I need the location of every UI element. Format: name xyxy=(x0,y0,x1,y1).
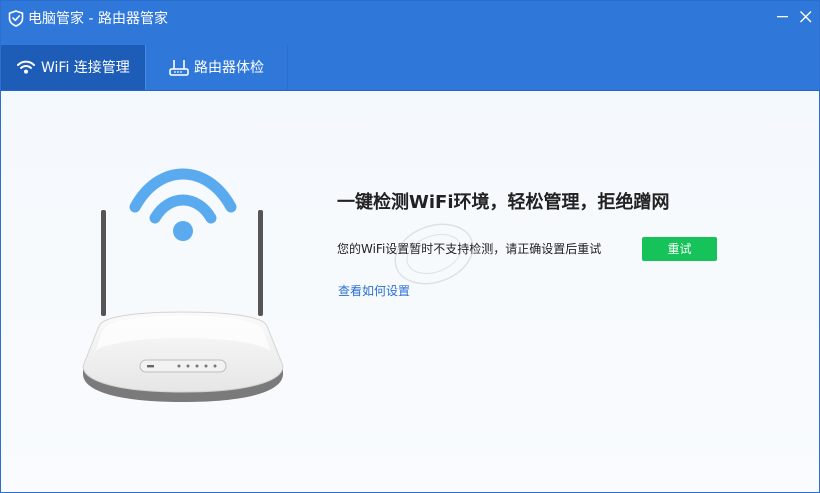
shield-icon xyxy=(8,10,24,27)
tab-wifi-management[interactable]: WiFi 连接管理 xyxy=(1,45,145,90)
router-icon xyxy=(169,60,189,76)
tab-bar: WiFi 连接管理 路由器体检 xyxy=(1,37,819,91)
retry-button[interactable]: 重试 xyxy=(642,237,717,261)
minimize-button[interactable] xyxy=(773,7,793,27)
minimize-icon xyxy=(777,16,788,18)
title-bar: 电脑管家 - 路由器管家 xyxy=(1,1,819,37)
headline: 一键检测WiFi环境，轻松管理，拒绝蹭网 xyxy=(337,192,670,213)
close-button[interactable] xyxy=(796,7,816,27)
app-window: 电脑管家 - 路由器管家 WiFi 连接管理 路由器体检 一键检测WiFi环境，… xyxy=(0,0,820,493)
tab-router-checkup[interactable]: 路由器体检 xyxy=(145,45,288,90)
close-icon xyxy=(800,11,812,23)
tab-router-label: 路由器体检 xyxy=(194,60,264,76)
wifi-icon xyxy=(17,60,35,74)
router-illustration xyxy=(82,168,284,402)
tab-wifi-label: WiFi 连接管理 xyxy=(41,60,130,76)
window-title: 电脑管家 - 路由器管家 xyxy=(28,11,168,27)
watermark xyxy=(394,223,474,285)
wifi-signal-icon xyxy=(129,168,237,241)
